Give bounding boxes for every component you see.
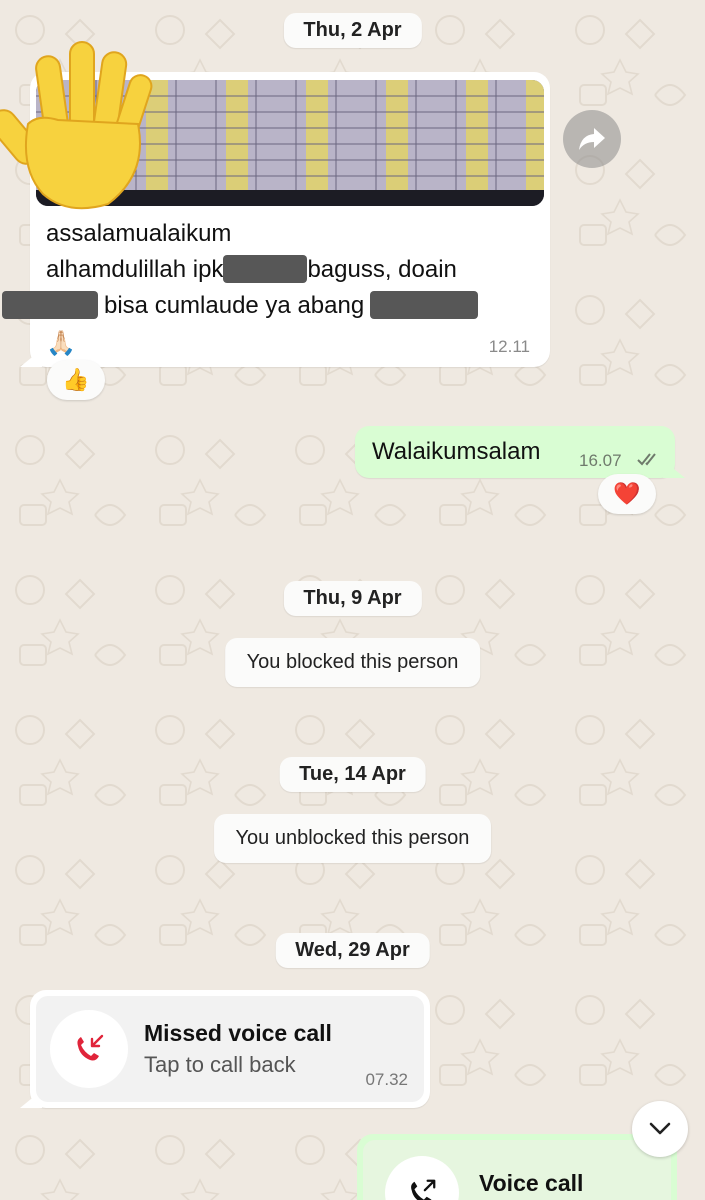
message-line-2-end: baguss, doain [307,256,457,283]
forward-button[interactable] [563,110,621,168]
outgoing-call-icon-wrap [385,1156,459,1200]
reaction-emoji: ❤️ [613,481,641,506]
message-line-3: bisa cumlaude ya abang [2,288,536,324]
reaction-emoji: 👍 [62,367,90,392]
date-separator: Thu, 2 Apr [283,13,422,48]
outgoing-call-icon [411,1179,436,1200]
system-message-unblocked: You unblocked this person [213,814,492,863]
redacted-block [2,291,98,319]
message-text: Walaikumsalam [372,438,541,465]
raised-hand-emoji [0,41,153,210]
date-separator: Tue, 14 Apr [279,757,426,792]
message-line-1: assalamualaikum [46,220,232,247]
outgoing-call-card[interactable]: Voice call [363,1140,671,1200]
double-check-icon [637,453,656,466]
call-title: Missed voice call [144,1020,332,1046]
outgoing-call-bubble[interactable]: Voice call [357,1134,677,1200]
call-subtitle: Tap to call back [144,1052,296,1077]
call-time: 07.32 [365,1070,408,1089]
date-separator: Thu, 9 Apr [283,581,422,616]
scroll-down-button[interactable] [632,1101,688,1157]
message-line-3-text: bisa cumlaude ya abang [104,292,365,319]
missed-call-icon [77,1034,104,1061]
message-line-2: alhamdulillah ipk baguss, doain [46,252,536,288]
message-line-2-start: alhamdulillah ipk [46,256,224,283]
date-separator: Wed, 29 Apr [275,933,430,968]
message-time: 16.07 [579,451,622,470]
reaction-thumbs-up[interactable]: 👍 [47,360,105,400]
forward-icon [579,128,605,150]
chevron-down-icon [649,1122,671,1135]
reaction-heart[interactable]: ❤️ [598,474,656,514]
missed-call-icon-wrap [50,1010,128,1088]
outgoing-message-bubble[interactable]: Walaikumsalam 16.07 [355,426,685,478]
missed-call-bubble[interactable]: Missed voice call Tap to call back 07.32 [20,990,430,1108]
message-text: assalamualaikum alhamdulillah ipk baguss,… [2,216,536,364]
redacted-block [370,291,479,319]
message-emoji: 🙏🏻 [46,330,76,357]
missed-call-card[interactable]: Missed voice call Tap to call back 07.32 [36,996,424,1102]
system-message-blocked: You blocked this person [224,638,481,687]
redacted-block [223,255,308,283]
call-title: Voice call [479,1170,584,1196]
message-time: 12.11 [488,337,530,356]
